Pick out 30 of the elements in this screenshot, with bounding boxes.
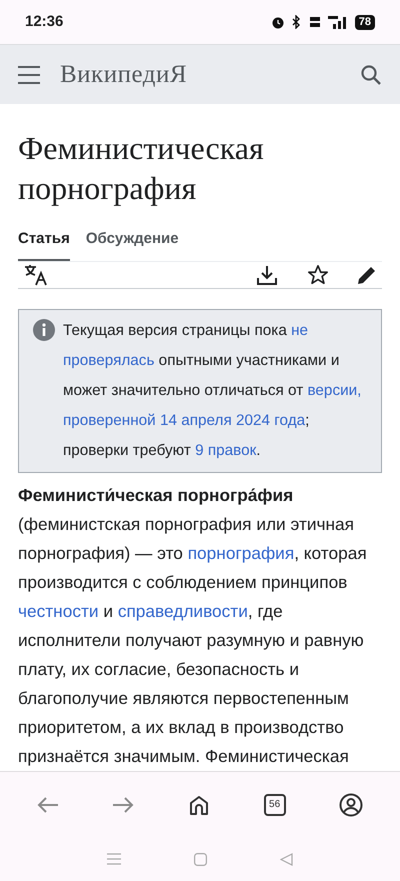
page-tab[interactable]: Статья [18, 228, 70, 260]
alarm-icon [270, 15, 285, 29]
star-icon[interactable] [306, 264, 330, 286]
home-icon[interactable] [188, 794, 210, 816]
signal-icon [326, 15, 349, 29]
link[interactable]: не [291, 322, 308, 339]
link[interactable]: проверялась [63, 352, 154, 369]
back-arrow-icon[interactable] [36, 796, 59, 814]
forward-arrow-icon[interactable] [112, 796, 134, 814]
battery-indicator: 78 [354, 14, 375, 30]
link[interactable]: версии, [307, 382, 362, 399]
search-button[interactable] [360, 64, 382, 86]
menu-button[interactable] [18, 66, 40, 84]
link[interactable]: справедливости [118, 601, 248, 621]
notice-text: Текущая версия страницы пока не проверялась опытными участниками и может значительно отличаться от версии, проверенной 14 апреля 2024 года; проверки требуют 9 правок. [63, 321, 362, 461]
translate-icon[interactable] [24, 264, 48, 286]
wikipedia-logo[interactable]: ВикипедиЯ [60, 56, 187, 94]
page-tab[interactable]: Обсуждение [86, 228, 179, 260]
article-paragraph: Феминисти́ческая порногра́фия (феминистская порнография или этичная порнография) — это порнография, которая производится с соблюдением принципов честности и справедливости, где исполнители получают разумную и равную плату, их согласие, безопасность и благополучие являются первостепенным приоритетом, а их вклад в производство признаётся значимым. Феминистическая [18, 484, 368, 768]
link[interactable]: порнография [188, 543, 294, 563]
link[interactable]: честности [18, 601, 99, 621]
info-icon [33, 319, 55, 341]
profile-icon[interactable] [339, 792, 364, 816]
tabs-count-button[interactable]: 56 [264, 794, 286, 816]
download-icon[interactable] [256, 264, 278, 286]
page-title: Феминистическая порнография [18, 129, 265, 208]
status-time: 12:36 [25, 12, 64, 32]
link[interactable]: 9 правок [195, 442, 256, 459]
link[interactable]: проверенной 14 апреля 2024 года [63, 412, 306, 429]
search-icon [360, 64, 382, 86]
